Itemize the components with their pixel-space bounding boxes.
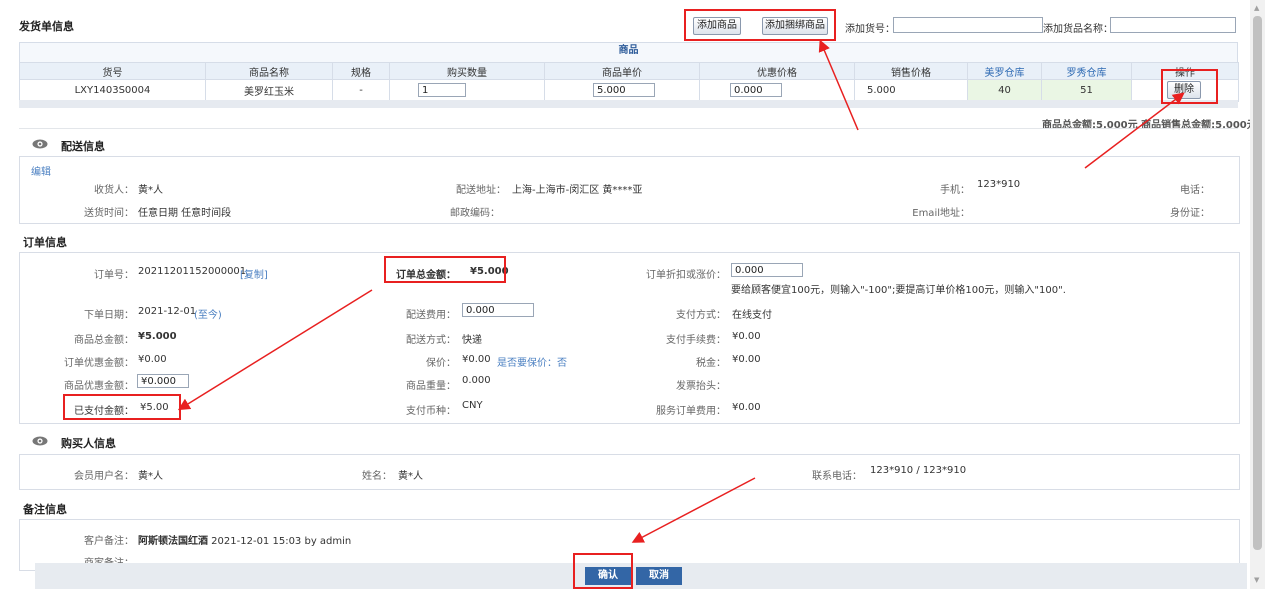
- arrow-to-confirm: [631, 477, 756, 543]
- scroll-up-arrow-icon[interactable]: ▲: [1254, 4, 1259, 12]
- scroll-down-arrow-icon[interactable]: ▼: [1254, 576, 1259, 584]
- annotation-arrows: [177, 39, 1185, 543]
- arrow-to-paid: [177, 289, 373, 411]
- scrollbar-thumb[interactable]: [1253, 16, 1262, 550]
- arrow-to-delete: [1084, 92, 1185, 169]
- arrow-to-add-buttons: [818, 39, 859, 131]
